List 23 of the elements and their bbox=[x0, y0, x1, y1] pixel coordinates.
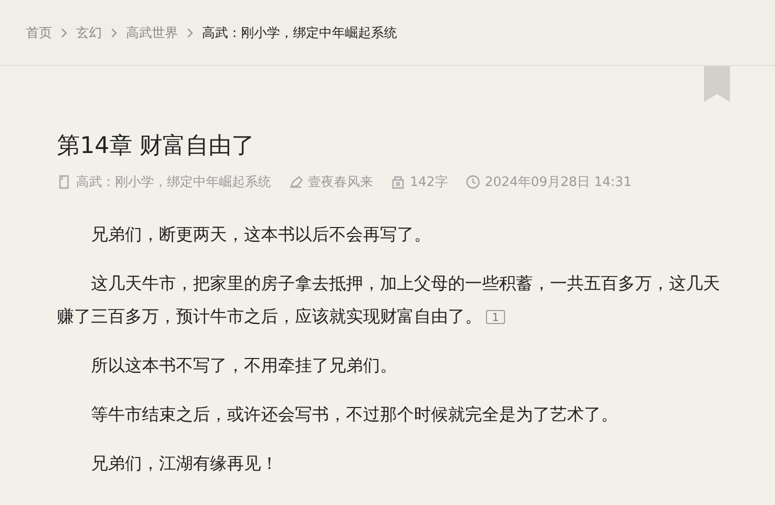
breadcrumb-link[interactable]: 玄幻 bbox=[76, 24, 102, 42]
paragraph: 兄弟们，江湖有缘再见！ bbox=[90, 453, 279, 476]
meta-text: 壹夜春风来 bbox=[308, 174, 373, 191]
bookmark-icon[interactable] bbox=[704, 66, 730, 102]
chevron-icon bbox=[186, 28, 194, 38]
chevron-icon bbox=[110, 28, 118, 38]
clock-icon bbox=[466, 175, 480, 189]
chapter-title: 第14章 财富自由了 bbox=[57, 132, 256, 161]
paragraph: 这几天牛市，把家里的房子拿去抵押，加上父母的一些积蓄，一共五百多万，这几天赚了三百多万，预计牛市之后，应该就实现财富自由了。 1 bbox=[57, 273, 721, 329]
breadcrumb-link[interactable]: 高武世界 bbox=[126, 24, 178, 42]
chevron-icon bbox=[60, 28, 68, 38]
comment-count[interactable]: 1 bbox=[486, 310, 505, 324]
book-icon bbox=[57, 175, 71, 189]
paragraph: 等牛市结束之后，或许还会写书，不过那个时候就完全是为了艺术了。 bbox=[90, 404, 619, 427]
paragraph: 所以这本书不写了，不用牵挂了兄弟们。 bbox=[90, 355, 398, 378]
paragraph: 兄弟们，断更两天，这本书以后不会再写了。 bbox=[90, 224, 432, 247]
breadcrumb-link[interactable]: 首页 bbox=[26, 24, 52, 42]
meta-text: 高武：刚小学，绑定中年崛起系统 bbox=[76, 174, 271, 191]
pen-icon bbox=[289, 175, 303, 189]
breadcrumb-link[interactable]: 高武：刚小学，绑定中年崛起系统 bbox=[202, 24, 397, 42]
document-count-icon bbox=[391, 175, 405, 189]
meta-text: 2024年09月28日 14:31 bbox=[484, 174, 632, 191]
meta-text: 142字 bbox=[410, 174, 448, 191]
